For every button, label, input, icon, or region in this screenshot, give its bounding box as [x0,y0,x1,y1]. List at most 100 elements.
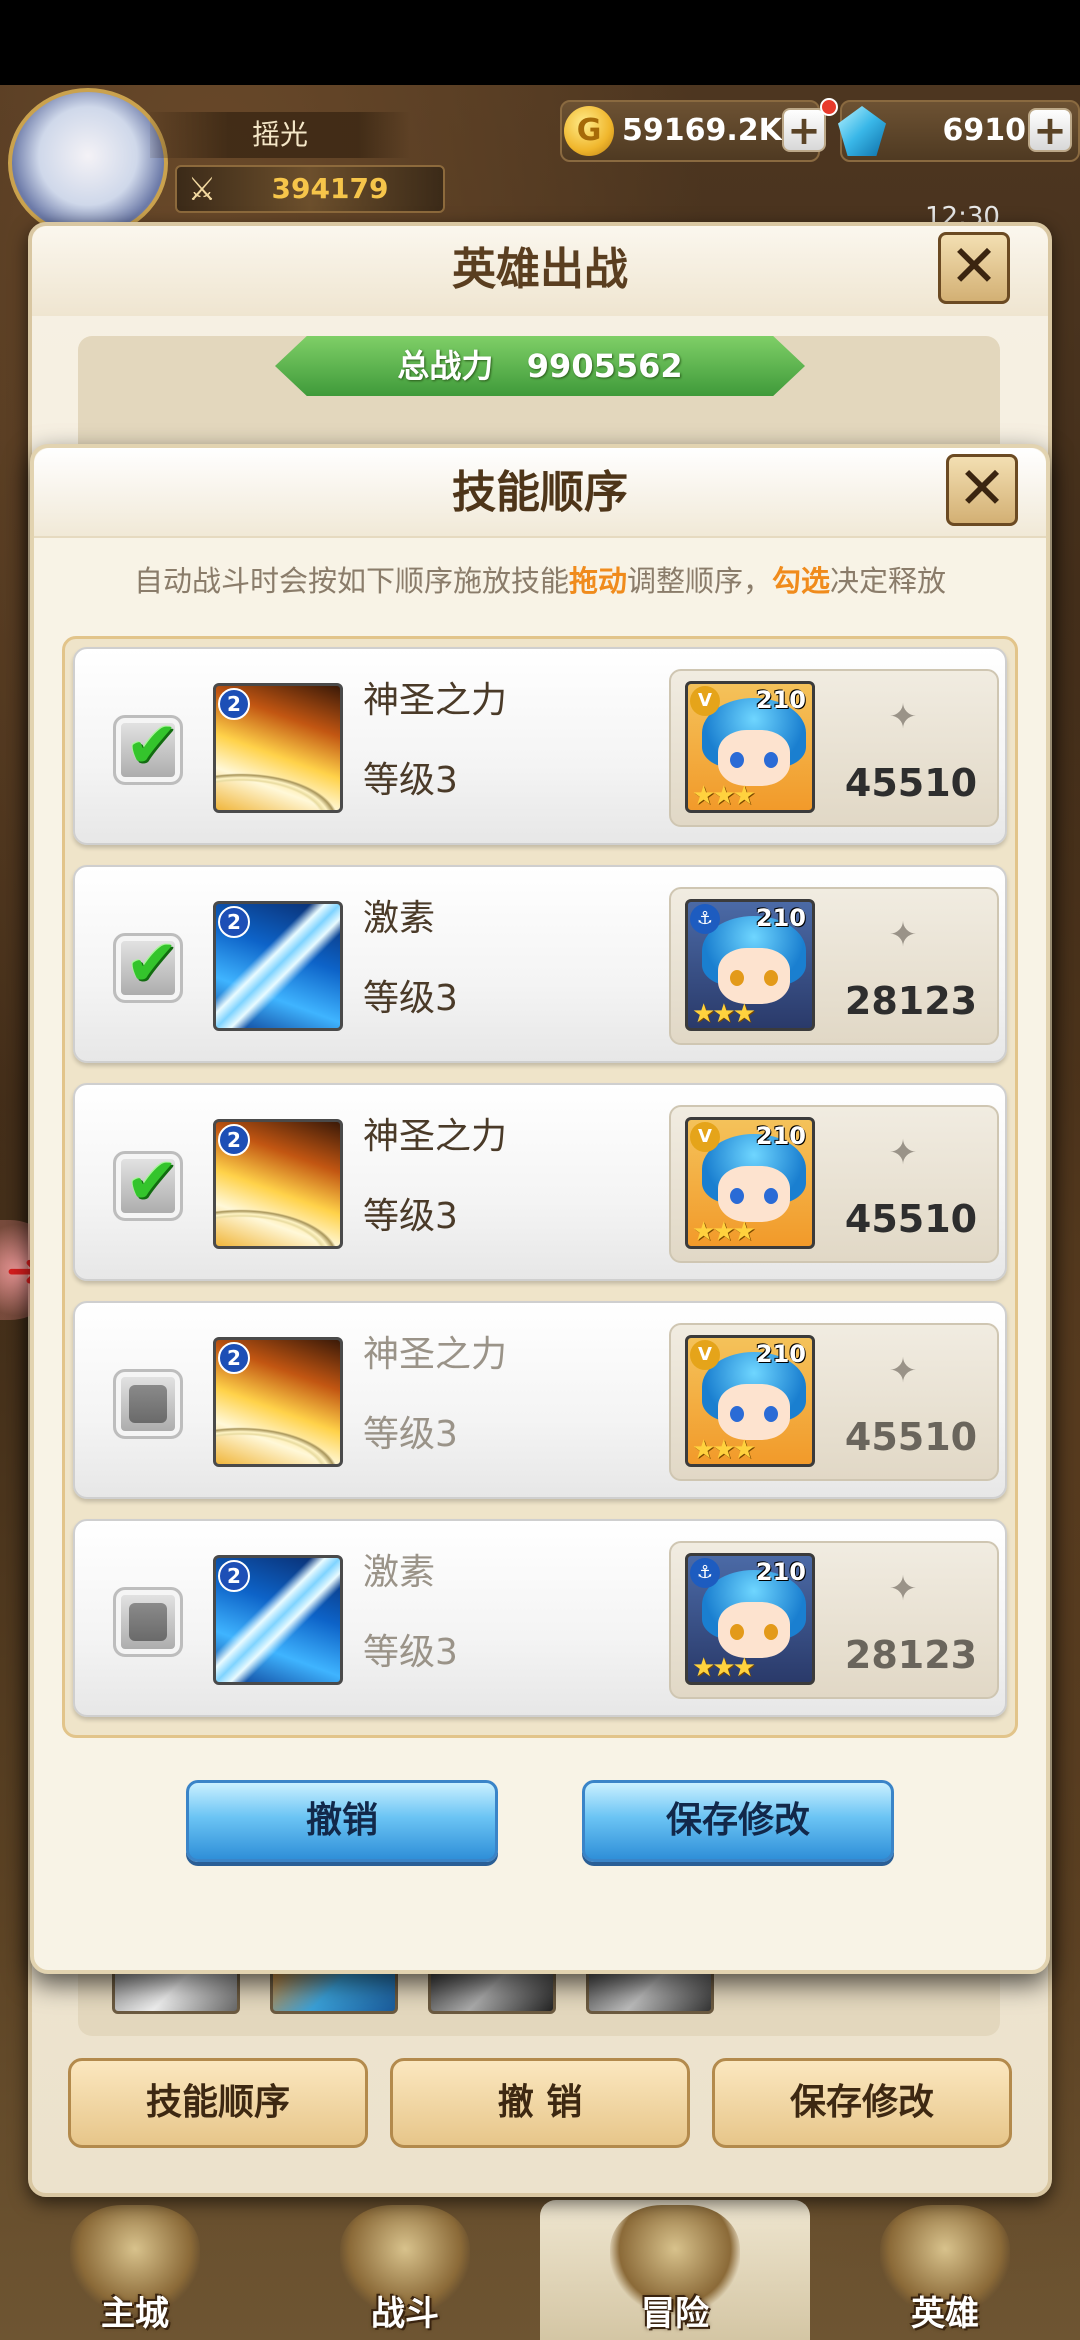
skill-name: 神圣之力 [363,1334,508,1375]
skill-name: 神圣之力 [363,680,508,721]
nav-battle[interactable]: 战斗 [270,2200,540,2340]
close-deploy-button[interactable]: ✕ [938,232,1010,304]
instruction-text: 自动战斗时会按如下顺序施放技能 [133,564,569,598]
save-changes-button[interactable]: 保存修改 [582,1780,894,1862]
skill-level: 等级3 [363,760,458,801]
skill-order-button[interactable]: 技能顺序 [68,2058,368,2148]
hero-power: 45510 [844,1197,978,1241]
notification-dot [820,98,838,116]
hero-portrait: ⚓ 210 ★★★ [685,899,815,1031]
warrior-class-icon: V [690,1340,720,1370]
checkmark-icon: ✔ [125,927,179,1001]
holy-power-skill-icon: 2 [213,683,343,813]
deploy-save-button[interactable]: 保存修改 [712,2058,1012,2148]
skill-order-buttons: 撤销 保存修改 [34,1780,1046,1870]
star-rating: ★★★ [692,1217,756,1247]
skill-order-title: 技能顺序 [452,467,628,518]
skill-row[interactable]: 2 激素 等级3 ⚓ 210 ★★★ ✦ 28123 [73,1519,1007,1717]
nav-main-city[interactable]: 主城 [0,2200,270,2340]
skill-level: 等级3 [363,978,458,1019]
skill-rank-badge: 2 [218,688,250,720]
power-icon: ✦ [888,1351,918,1391]
skill-checkbox[interactable]: ✔ [113,927,183,1003]
warrior-class-icon: V [690,1122,720,1152]
deploy-cancel-button[interactable]: 撤 销 [390,2058,690,2148]
hero-card: V 210 ★★★ ✦ 45510 [669,669,999,827]
skill-name: 激素 [363,898,436,939]
skill-order-instruction: 自动战斗时会按如下顺序施放技能拖动调整顺序，勾选决定释放 [34,556,1046,606]
warrior-class-icon: V [690,686,720,716]
gold-amount: 59169.2K [622,113,782,148]
total-power-text: 总战力 9905562 [275,336,805,396]
anchor-class-icon: ⚓ [690,1558,720,1588]
hero-portrait: V 210 ★★★ [685,681,815,813]
gem-amount: 6910 [942,113,1027,148]
anchor-class-icon: ⚓ [690,904,720,934]
power-icon: ✦ [888,915,918,955]
instruction-check-highlight: 勾选 [772,564,831,598]
hero-level: 210 [755,904,806,932]
skill-rank-badge: 2 [218,1342,250,1374]
skill-row[interactable]: ✔ 2 激素 等级3 ⚓ 210 ★★★ ✦ 28123 [73,865,1007,1063]
hero-card: ⚓ 210 ★★★ ✦ 28123 [669,887,999,1045]
hero-portrait: ⚓ 210 ★★★ [685,1553,815,1685]
skill-name: 神圣之力 [363,1116,508,1157]
star-rating: ★★★ [692,781,756,811]
hero-power: 28123 [844,979,978,1023]
instruction-text: 调整顺序， [626,564,772,598]
star-rating: ★★★ [692,1435,756,1465]
skill-order-list: ✔ 2 神圣之力 等级3 V 210 ★★★ ✦ 45510 ✔ 2 激素 等级… [62,636,1018,1738]
skill-checkbox[interactable] [113,1587,183,1657]
checkmark-icon: ✔ [125,709,179,783]
holy-power-skill-icon: 2 [213,1119,343,1249]
hero-deploy-title: 英雄出战 [452,244,628,295]
currency-bar: G 59169.2K + 6910 + [520,98,1080,170]
skill-row[interactable]: ✔ 2 神圣之力 等级3 V 210 ★★★ ✦ 45510 [73,647,1007,845]
hero-level: 210 [755,1122,806,1150]
skill-checkbox[interactable]: ✔ [113,709,183,785]
nav-label: 冒险 [641,2294,709,2334]
cancel-button[interactable]: 撤销 [186,1780,498,1862]
star-rating: ★★★ [692,1653,756,1683]
hero-portrait: V 210 ★★★ [685,1117,815,1249]
skill-row[interactable]: 2 神圣之力 等级3 V 210 ★★★ ✦ 45510 [73,1301,1007,1499]
checkmark-icon: ✔ [125,1145,179,1219]
skill-rank-badge: 2 [218,1124,250,1156]
deploy-button-row: 技能顺序 撤 销 保存修改 [68,2058,1012,2154]
hero-card: V 210 ★★★ ✦ 45510 [669,1323,999,1481]
instruction-drag-highlight: 拖动 [568,564,627,598]
player-name: 摇光 [251,118,308,151]
hero-power: 45510 [844,761,978,805]
close-skill-order-button[interactable]: ✕ [946,454,1018,526]
power-icon: ✦ [888,1133,918,1173]
nav-label: 战斗 [371,2294,439,2334]
holy-power-skill-icon: 2 [213,1337,343,1467]
star-rating: ★★★ [692,999,756,1029]
hero-card: V 210 ★★★ ✦ 45510 [669,1105,999,1263]
hero-power: 28123 [844,1633,978,1677]
skill-level: 等级3 [363,1196,458,1237]
power-icon: ✦ [888,697,918,737]
skill-level: 等级3 [363,1632,458,1673]
total-power-value: 9905562 [526,347,683,385]
crossed-swords-icon: ⚔ [187,170,217,208]
skill-checkbox[interactable]: ✔ [113,1145,183,1221]
nav-hero[interactable]: 英雄 [810,2200,1080,2340]
gold-coin-icon: G [564,106,614,156]
skill-level: 等级3 [363,1414,458,1455]
skill-row[interactable]: ✔ 2 神圣之力 等级3 V 210 ★★★ ✦ 45510 [73,1083,1007,1281]
bottom-nav: 主城 战斗 冒险 英雄 [0,2200,1080,2340]
add-gold-button[interactable]: + [782,108,826,152]
skill-rank-badge: 2 [218,906,250,938]
nav-adventure[interactable]: 冒险 [540,2200,810,2340]
add-gems-button[interactable]: + [1028,108,1072,152]
player-avatar[interactable] [8,88,168,238]
hero-level: 210 [755,686,806,714]
skill-rank-badge: 2 [218,1560,250,1592]
power-icon: ✦ [888,1569,918,1609]
nav-label: 英雄 [911,2294,979,2334]
nav-label: 主城 [101,2294,169,2334]
instruction-text: 决定释放 [830,564,947,598]
hormone-skill-icon: 2 [213,1555,343,1685]
skill-checkbox[interactable] [113,1369,183,1439]
